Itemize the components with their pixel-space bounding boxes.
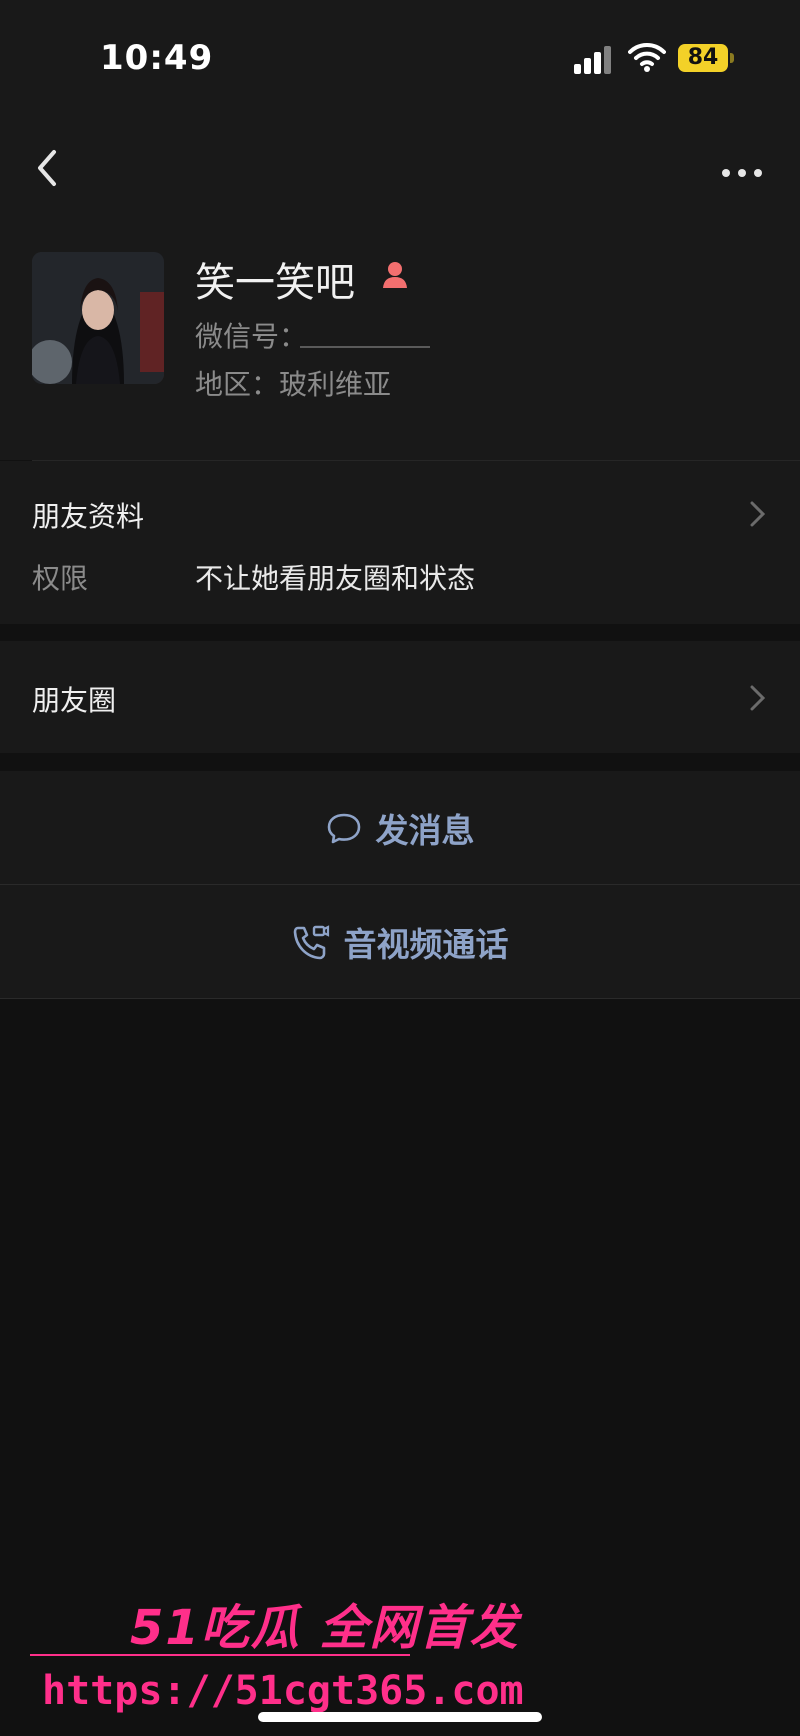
video-call-label: 音视频通话	[343, 924, 509, 964]
battery-nub	[730, 53, 734, 63]
avatar-portrait	[32, 252, 164, 384]
status-time: 10:49	[100, 38, 214, 78]
nav-bar	[0, 120, 800, 220]
region: 地区：玻利维亚	[195, 368, 392, 401]
status-bar: 10:49 84	[0, 0, 800, 120]
video-call-icon	[293, 924, 329, 959]
watermark-brand: 51吃瓜 全网首发	[130, 1600, 520, 1656]
wechat-id: 微信号：	[195, 320, 308, 353]
female-icon	[383, 262, 407, 288]
home-indicator[interactable]	[258, 1712, 542, 1722]
friend-info-section[interactable]: 朋友资料 权限 不让她看朋友圈和状态	[0, 461, 800, 624]
moments-title: 朋友圈	[32, 684, 117, 717]
contact-name: 笑一笑吧	[195, 260, 355, 306]
permission-value: 不让她看朋友圈和状态	[195, 562, 476, 595]
wifi-icon	[628, 42, 666, 72]
action-section: 发消息 音视频通话	[0, 771, 800, 999]
chevron-right-icon	[750, 501, 766, 527]
wechat-id-redacted	[300, 346, 430, 348]
divider	[0, 998, 800, 999]
moments-row[interactable]: 朋友圈	[0, 641, 800, 753]
cellular-signal-icon	[574, 46, 614, 74]
battery-indicator: 84	[678, 44, 728, 72]
more-options-icon[interactable]	[718, 140, 768, 190]
avatar[interactable]	[32, 252, 164, 384]
profile-header: 笑一笑吧 微信号： 地区：玻利维亚	[0, 220, 800, 461]
friend-info-title: 朋友资料	[32, 500, 145, 533]
permission-label: 权限	[32, 562, 89, 595]
video-call-button[interactable]: 音视频通话	[0, 885, 800, 998]
send-message-label: 发消息	[375, 810, 475, 850]
watermark-line	[30, 1654, 410, 1656]
watermark-url: https://51cgt365.com	[42, 1668, 524, 1714]
send-message-button[interactable]: 发消息	[0, 771, 800, 884]
chevron-right-icon	[750, 685, 766, 711]
back-arrow-icon[interactable]	[30, 138, 80, 198]
chat-bubble-icon	[327, 813, 360, 843]
